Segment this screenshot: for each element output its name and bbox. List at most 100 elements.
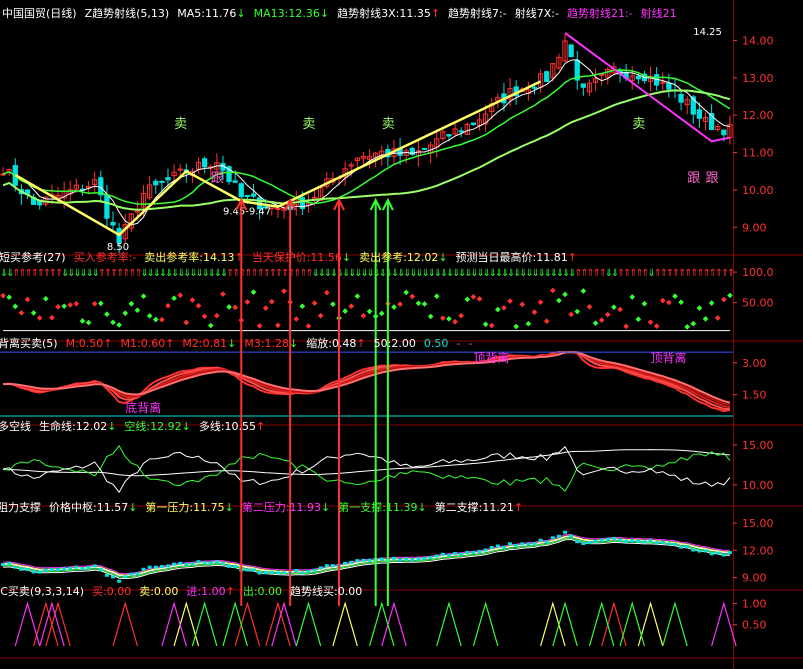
readout-value: 第一压力:11.75	[145, 501, 225, 514]
support-mark	[544, 540, 549, 544]
support-mark	[98, 568, 103, 572]
readout: 缩放:0.48↑	[306, 337, 365, 350]
readout: 射线21	[641, 7, 677, 20]
readout-arrow: ↑	[513, 501, 524, 514]
support-mark	[300, 571, 305, 575]
readout: 射线7X:-	[515, 7, 559, 20]
readout: 第一支撑:11.39↓	[338, 501, 426, 514]
readout: 趋势射线3X:11.35↑	[337, 7, 440, 20]
readout: -	[468, 337, 472, 350]
support-mark	[62, 567, 67, 571]
support-mark	[196, 560, 201, 564]
readout: 多线:10.55↑	[199, 420, 265, 433]
support-mark	[569, 534, 574, 538]
support-mark	[117, 579, 122, 583]
support-mark	[477, 549, 482, 553]
support-mark	[343, 561, 348, 565]
readout-value: Z趋势射线(5,13)	[84, 7, 170, 20]
candle-body	[568, 44, 574, 58]
readout-value: 第二支撑:11.21	[434, 501, 514, 514]
support-mark	[153, 565, 158, 569]
support-mark	[367, 558, 372, 562]
support-mark	[514, 544, 519, 548]
readout-value: 出:0.00	[242, 585, 283, 598]
readout-value: 卖:0.00	[139, 585, 179, 598]
readout: 中国国贸(日线)	[2, 7, 77, 20]
readout: 空线:12.92↓	[124, 420, 190, 433]
support-mark	[245, 568, 250, 572]
readout: 价格中枢:11.57↓	[49, 501, 137, 514]
support-mark	[147, 565, 152, 569]
support-mark	[715, 551, 720, 555]
readout-value: 预测当日最高价:11.81	[455, 251, 568, 264]
readout-value: 趋势射线3X:11.35	[337, 7, 431, 20]
support-mark	[422, 556, 427, 560]
support-mark	[306, 570, 311, 574]
support-mark	[563, 530, 568, 534]
axis-tick-label: 14.00	[742, 34, 774, 47]
readout-arrow: ↑	[165, 337, 175, 350]
readout-value: M:0.50	[65, 337, 104, 350]
support-mark	[355, 559, 360, 563]
readout: 背离买卖(5)	[0, 337, 58, 350]
panel5-header: 阻力支撑 价格中枢:11.57↓ 第一压力:11.75↓ 第二压力:11.93↓ 第一支…	[0, 501, 531, 514]
divergence-annotation: 顶背离	[473, 350, 509, 365]
support-mark	[489, 546, 494, 550]
support-mark	[111, 575, 116, 579]
support-mark	[398, 558, 403, 562]
readout-value: JC买卖(9,3,3,14)	[0, 585, 84, 598]
support-mark	[593, 539, 598, 543]
readout: MA5:11.76↓	[177, 7, 245, 20]
stock-chart[interactable]: 9.00 10.00 11.00 12.00 13.00 14.00 50.00 100.0 1…	[0, 0, 803, 669]
readout: M2:0.81↓	[182, 337, 236, 350]
readout: 买入参考率:-	[74, 251, 137, 264]
support-mark	[538, 538, 543, 542]
support-mark	[526, 542, 531, 546]
readout-value: 生命线:12.02	[39, 420, 108, 433]
readout-value: 背离买卖(5)	[0, 337, 58, 350]
readout-arrow: ↑	[256, 420, 266, 433]
axis-tick-label: 9.00	[742, 221, 767, 234]
support-mark	[178, 561, 183, 565]
support-mark	[391, 556, 396, 560]
support-mark	[275, 571, 280, 575]
support-mark	[685, 545, 690, 549]
support-mark	[92, 564, 97, 568]
readout-value: M3:1.28	[244, 337, 290, 350]
candle-body	[544, 71, 550, 82]
readout: 卖出参考:12.02↓	[359, 251, 447, 264]
support-mark	[575, 540, 580, 544]
support-mark	[709, 552, 714, 556]
support-mark	[312, 568, 317, 572]
candle-body	[446, 134, 452, 137]
panel1-header: 中国国贸(日线) Z趋势射线(5,13) MA5:11.76↓ MA13:12.36↓…	[2, 7, 685, 20]
signal-annotation: 跟	[687, 171, 700, 186]
readout: 短买参考(27)	[0, 251, 66, 264]
divergence-annotation: 底背离	[125, 400, 161, 415]
axis-tick-label: 1.50	[742, 389, 767, 402]
candle-body	[470, 122, 477, 126]
readout: 生命线:12.02↓	[39, 420, 116, 433]
support-mark	[361, 558, 366, 562]
candle-body	[244, 195, 251, 198]
readout-arrow: ↑	[430, 7, 441, 20]
candle-body	[721, 129, 727, 136]
readout-value: 价格中枢:11.57	[49, 501, 129, 514]
support-mark	[31, 570, 36, 574]
readout-value: 射线7X:-	[514, 7, 559, 20]
candle-body	[165, 177, 171, 181]
readout-arrow: ↑	[356, 337, 366, 350]
readout-value: -	[456, 337, 461, 350]
candle-body	[531, 86, 538, 89]
support-mark	[679, 545, 684, 549]
readout: 出:0.00	[243, 585, 282, 598]
readout-value: 卖出参考:12.02	[359, 251, 439, 264]
readout: 50:2.00	[374, 337, 416, 350]
support-mark	[220, 562, 225, 566]
candle-body	[201, 158, 208, 168]
readout-value: M2:0.81	[182, 337, 228, 350]
axis-tick-label: 100.0	[742, 266, 774, 279]
readout-arrow: ↓	[319, 7, 330, 20]
support-mark	[550, 536, 555, 540]
readout: -	[456, 337, 460, 350]
